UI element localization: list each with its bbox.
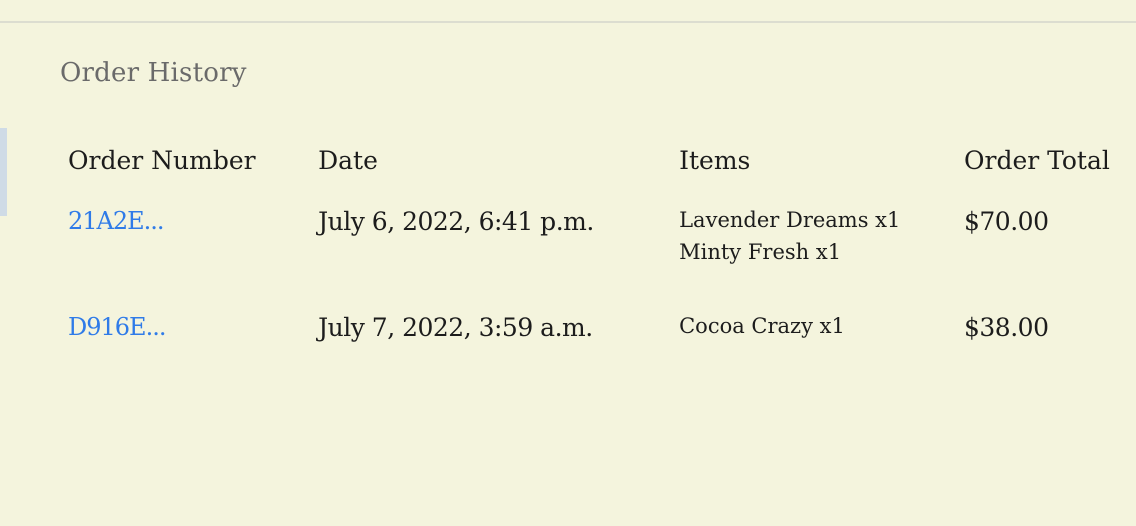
- header-order-total: Order Total: [964, 146, 1110, 175]
- order-total-cell: $70.00: [954, 189, 1128, 295]
- header-date: Date: [318, 146, 378, 175]
- order-items-cell: Lavender Dreams x1 Minty Fresh x1: [669, 189, 954, 295]
- table-row: 21A2E... July 6, 2022, 6:41 p.m. Lavende…: [58, 189, 1128, 295]
- table-header-row: Order Number Date Items Order Total: [58, 130, 1128, 189]
- order-item: Cocoa Crazy x1: [679, 314, 845, 338]
- header-items: Items: [679, 146, 751, 175]
- order-number-cell: 21A2E...: [58, 189, 308, 295]
- page-title: Order History: [60, 58, 247, 88]
- order-date-cell: July 6, 2022, 6:41 p.m.: [308, 189, 669, 295]
- order-total-cell: $38.00: [954, 295, 1128, 369]
- order-date: July 6, 2022, 6:41 p.m.: [318, 207, 594, 236]
- order-number-cell: D916E...: [58, 295, 308, 369]
- header-order-number: Order Number: [68, 146, 256, 175]
- order-number-link[interactable]: 21A2E...: [68, 207, 165, 235]
- order-date: July 7, 2022, 3:59 a.m.: [318, 313, 593, 342]
- order-history-table: Order Number Date Items Order Total 21A2…: [58, 130, 1128, 369]
- table-row: D916E... July 7, 2022, 3:59 a.m. Cocoa C…: [58, 295, 1128, 369]
- order-date-cell: July 7, 2022, 3:59 a.m.: [308, 295, 669, 369]
- order-number-link[interactable]: D916E...: [68, 313, 166, 341]
- order-item: Minty Fresh x1: [679, 240, 842, 264]
- order-total: $70.00: [964, 207, 1049, 236]
- order-total: $38.00: [964, 313, 1049, 342]
- top-divider: [0, 21, 1136, 23]
- scroll-edge-indicator: [0, 128, 7, 216]
- order-items-cell: Cocoa Crazy x1: [669, 295, 954, 369]
